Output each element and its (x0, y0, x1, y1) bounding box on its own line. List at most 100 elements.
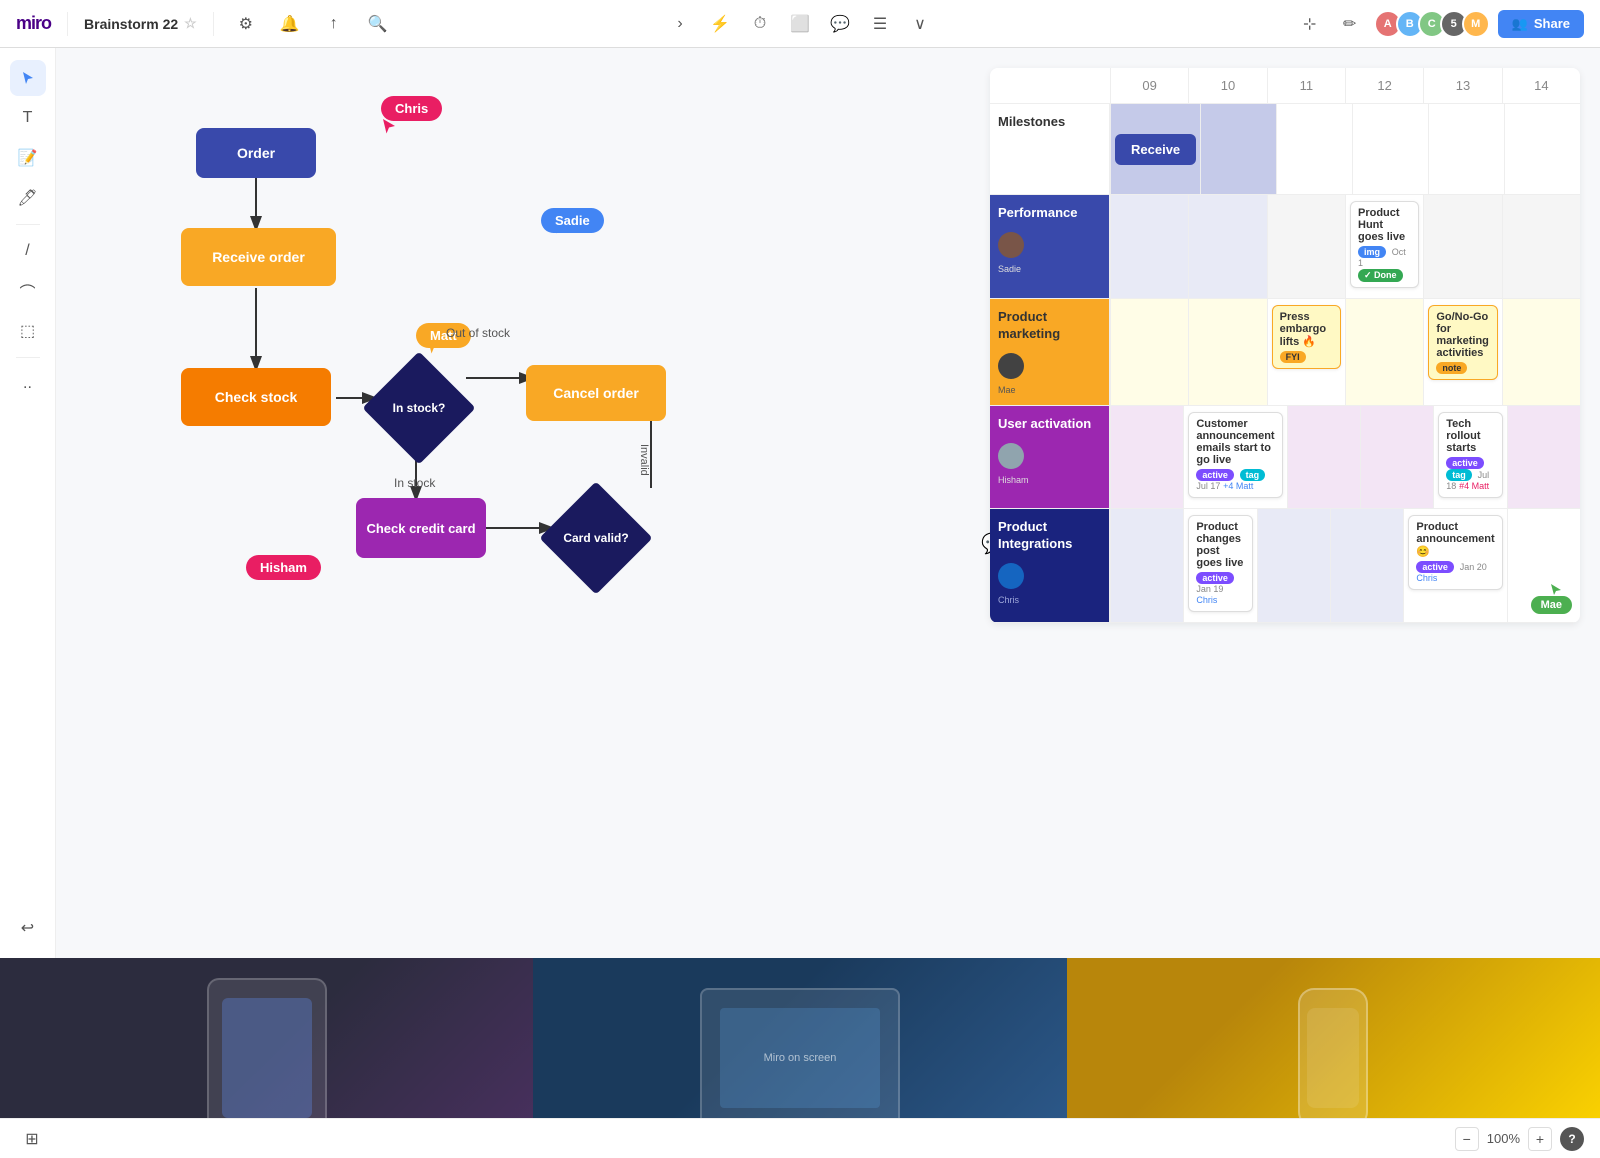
board-icon[interactable]: ⬜ (784, 8, 816, 40)
cancel-order-node: Cancel order (526, 365, 666, 421)
avatars-group: A B C 5 M (1374, 10, 1490, 38)
select-icon[interactable]: ⊹ (1294, 8, 1326, 40)
pm-cell-2: Press embargo lifts 🔥 FYI (1267, 299, 1345, 405)
search-icon[interactable]: 🔍 (362, 8, 394, 40)
milestones-row: Milestones Receive (990, 104, 1580, 195)
ua-cell-1: Customer announcement emails start to go… (1183, 406, 1286, 508)
line-tool[interactable]: / (10, 233, 46, 269)
ua-cell-0 (1110, 406, 1183, 508)
lightning-icon[interactable]: ⚡ (704, 8, 736, 40)
product-marketing-row: Product marketing Mae Press embargo lift… (990, 299, 1580, 406)
performance-cell-3: Product Hunt goes live img Oct 1 ✓ Done (1345, 195, 1423, 298)
sadie-name: Sadie (998, 264, 1021, 274)
undo-tool[interactable]: ↩ (10, 910, 46, 946)
avatar-me: M (1462, 10, 1490, 38)
performance-row: Performance Sadie Product Hunt goes live… (990, 195, 1580, 299)
pm-cell-3 (1345, 299, 1423, 405)
timeline: 09 10 11 12 13 14 Milestones Receive (990, 68, 1580, 623)
product-marketing-label-cell: Product marketing Mae (990, 299, 1110, 405)
user-activation-label-cell: User activation Hisham (990, 406, 1110, 508)
user-activation-avatar (998, 443, 1024, 469)
product-integrations-label-cell: Product Integrations Chris (990, 509, 1110, 622)
pi-cell-3 (1330, 509, 1403, 622)
zoom-out-button[interactable]: − (1455, 1127, 1479, 1151)
share-button[interactable]: 👥 Share (1498, 10, 1584, 38)
star-icon[interactable]: ☆ (184, 15, 197, 32)
frame-tool[interactable]: ⬚ (10, 313, 46, 349)
nav-back-icon[interactable]: › (664, 8, 696, 40)
out-of-stock-label: Out of stock (446, 326, 510, 340)
milestones-label-text: Milestones (998, 114, 1065, 131)
topbar-right: ⊹ ✏ A B C 5 M 👥 Share (1294, 8, 1584, 40)
sticky-tool[interactable]: 📝 (10, 140, 46, 176)
milestone-cell-5 (1504, 104, 1580, 194)
receive-milestone: Receive (1115, 134, 1196, 165)
menu-icon[interactable]: ☰ (864, 8, 896, 40)
arc-tool[interactable]: ⌒ (10, 273, 46, 309)
sadie-cursor-label: Sadie (541, 208, 604, 233)
topbar: miro Brainstorm 22 ☆ ⚙ 🔔 ↑ 🔍 › ⚡ ⏱ ⬜ 💬 ☰… (0, 0, 1600, 48)
header-12: 12 (1345, 68, 1423, 103)
performance-cell-2 (1267, 195, 1345, 298)
performance-cell-5 (1502, 195, 1580, 298)
invalid-label: Invalid (638, 444, 650, 476)
pi-cell-5: Mae (1507, 509, 1580, 622)
pen-icon[interactable]: ✏ (1334, 8, 1366, 40)
help-button[interactable]: ? (1560, 1127, 1584, 1151)
milestones-label-cell: Milestones (990, 104, 1110, 194)
timeline-header: 09 10 11 12 13 14 (990, 68, 1580, 104)
go-no-go-card: Go/No-Go for marketing activities note (1428, 305, 1497, 380)
zoom-level: 100% (1487, 1131, 1520, 1146)
pm-cell-4: Go/No-Go for marketing activities note (1423, 299, 1501, 405)
pi-cell-2 (1257, 509, 1330, 622)
milestone-cell-1 (1200, 104, 1276, 194)
text-tool[interactable]: T (10, 100, 46, 136)
pm-cell-1 (1188, 299, 1266, 405)
check-credit-card-node: Check credit card (356, 498, 486, 558)
upload-icon[interactable]: ↑ (318, 8, 350, 40)
timer-icon[interactable]: ⏱ (744, 8, 776, 40)
pm-cell-0 (1110, 299, 1188, 405)
product-marketing-label-text: Product marketing (998, 309, 1101, 343)
pen-tool[interactable]: 🖊 (10, 180, 46, 216)
comment-icon[interactable]: 💬 (824, 8, 856, 40)
panel-toggle[interactable]: ⊞ (16, 1123, 48, 1155)
ua-cell-4: Tech rollout starts active tag Jul 18 #4… (1433, 406, 1506, 508)
chris-cursor-label: Chris (381, 96, 442, 121)
order-node: Order (196, 128, 316, 178)
product-changes-card: Product changes post goes live active Ja… (1188, 515, 1252, 612)
product-marketing-avatar (998, 353, 1024, 379)
laptop-silhouette: Miro on screen (700, 988, 900, 1128)
statusbar: ⊞ − 100% + ? (0, 1118, 1600, 1158)
ua-cell-2 (1287, 406, 1360, 508)
settings-icon[interactable]: ⚙ (230, 8, 262, 40)
card-valid-diamond: Card valid? (541, 483, 651, 593)
ua-cell-3 (1360, 406, 1433, 508)
in-stock-diamond: In stock? (364, 353, 474, 463)
performance-avatar (998, 232, 1024, 258)
hisham-name: Hisham (998, 475, 1029, 485)
canvas[interactable]: Chris Sadie 💬 3 Matt Hisham O (56, 48, 1600, 958)
left-toolbar: T 📝 🖊 / ⌒ ⬚ .. ↩ (0, 48, 56, 958)
zoom-in-button[interactable]: + (1528, 1127, 1552, 1151)
header-13: 13 (1423, 68, 1501, 103)
cursor-tool[interactable] (10, 60, 46, 96)
miro-logo: miro (16, 13, 51, 34)
chevron-down-icon[interactable]: ∨ (904, 8, 936, 40)
press-embargo-card: Press embargo lifts 🔥 FYI (1272, 305, 1341, 369)
header-label (990, 68, 1110, 103)
user-activation-row: User activation Hisham Customer announce… (990, 406, 1580, 509)
pi-cell-4: Product announcement 😊 active Jan 20 Chr… (1403, 509, 1506, 622)
receive-order-node: Receive order (181, 228, 336, 286)
zoom-control: − 100% + ? (1455, 1127, 1584, 1151)
product-integrations-avatar (998, 563, 1024, 589)
milestone-cell-2 (1276, 104, 1352, 194)
performance-label-text: Performance (998, 205, 1077, 222)
product-integrations-label-text: Product Integrations (998, 519, 1101, 553)
milestone-cell-0: Receive (1110, 104, 1200, 194)
main-area: T 📝 🖊 / ⌒ ⬚ .. ↩ (0, 48, 1600, 958)
more-tools[interactable]: .. (10, 366, 46, 402)
header-09: 09 (1110, 68, 1188, 103)
mae-cursor-arrow (1550, 582, 1562, 600)
notification-icon[interactable]: 🔔 (274, 8, 306, 40)
